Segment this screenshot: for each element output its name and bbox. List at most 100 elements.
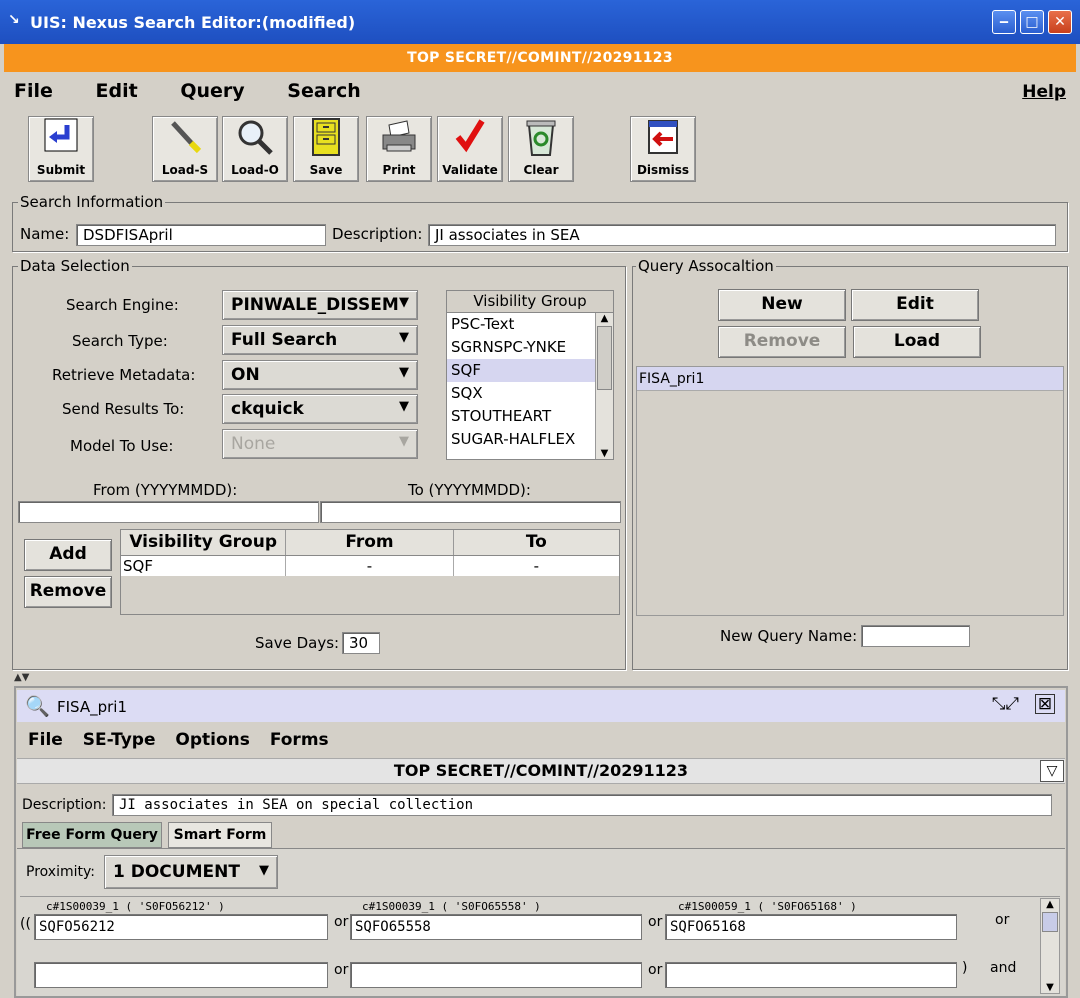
resize-icon[interactable]: ⤡⤢ bbox=[992, 694, 1019, 714]
tab-smart-form[interactable]: Smart Form bbox=[168, 822, 272, 848]
to-date-field[interactable] bbox=[320, 501, 621, 523]
open-paren: (( bbox=[20, 916, 31, 932]
save-button[interactable]: Save bbox=[293, 116, 359, 182]
visibility-group-item[interactable]: SGRNSPC-YNKE bbox=[447, 336, 595, 359]
subwindow-titlebar: 🔍 FISA_pri1 ⤡⤢ ⊠ bbox=[17, 690, 1065, 722]
new-query-name-label: New Query Name: bbox=[720, 627, 858, 645]
proximity-value: 1 DOCUMENT bbox=[113, 862, 240, 882]
description-field[interactable]: JI associates in SEA bbox=[428, 224, 1056, 246]
search-engine-select[interactable]: PINWALE_DISSEM ▼ bbox=[222, 290, 418, 320]
close-paren: ) bbox=[962, 960, 968, 976]
name-field[interactable]: DSDFISApril bbox=[76, 224, 326, 246]
from-date-field[interactable] bbox=[18, 501, 319, 523]
magnifier-icon bbox=[223, 117, 287, 161]
remove-visibility-button[interactable]: Remove bbox=[24, 576, 112, 608]
query-grid-scrollbar[interactable]: ▲ ▼ bbox=[1040, 898, 1060, 994]
submenu-se-type[interactable]: SE-Type bbox=[83, 730, 156, 750]
save-label: Save bbox=[309, 163, 343, 177]
submenu-file[interactable]: File bbox=[28, 730, 63, 750]
dropdown-arrow-icon: ▼ bbox=[399, 330, 409, 345]
subwindow-description-label: Description: bbox=[22, 797, 107, 813]
visibility-list-scrollbar[interactable]: ▲ ▼ bbox=[595, 313, 613, 459]
visibility-group-item[interactable]: SQF bbox=[447, 359, 595, 382]
operator-or: or bbox=[995, 912, 1010, 928]
visibility-group-list[interactable]: Visibility Group PSC-Text SGRNSPC-YNKE SQF… bbox=[446, 290, 614, 460]
visibility-group-item[interactable]: SUGAR-HALFLEX bbox=[447, 428, 595, 451]
scroll-thumb[interactable] bbox=[597, 326, 612, 390]
dropdown-arrow-icon: ▼ bbox=[399, 399, 409, 414]
column-header[interactable]: To bbox=[453, 530, 619, 555]
title-bar: ↘ UIS: Nexus Search Editor:(modified) ‒ … bbox=[0, 0, 1080, 44]
close-button[interactable]: ✕ bbox=[1048, 10, 1072, 34]
print-button[interactable]: Print bbox=[366, 116, 432, 182]
load-o-label: Load-O bbox=[231, 163, 279, 177]
validate-label: Validate bbox=[442, 163, 498, 177]
scroll-down-icon[interactable]: ▼ bbox=[596, 448, 613, 459]
send-results-select[interactable]: ckquick ▼ bbox=[222, 394, 418, 424]
query-association-list[interactable]: FISA_pri1 bbox=[636, 366, 1064, 616]
retrieve-metadata-label: Retrieve Metadata: bbox=[52, 366, 196, 384]
column-header[interactable]: Visibility Group bbox=[121, 530, 287, 555]
menu-file[interactable]: File bbox=[14, 80, 53, 102]
close-icon[interactable]: ⊠ bbox=[1035, 694, 1055, 714]
query-term-field[interactable] bbox=[350, 962, 642, 988]
save-days-label: Save Days: bbox=[255, 634, 340, 652]
query-term-field[interactable] bbox=[665, 962, 957, 988]
visibility-group-item[interactable]: SQX bbox=[447, 382, 595, 405]
send-results-value: ckquick bbox=[231, 399, 304, 419]
scroll-thumb[interactable] bbox=[1042, 912, 1058, 932]
column-header[interactable]: From bbox=[286, 530, 454, 555]
query-term-field[interactable]: SQFO65558 bbox=[350, 914, 642, 940]
splitter-handle[interactable]: ▲▼ bbox=[14, 672, 29, 683]
visibility-group-header: Visibility Group bbox=[447, 291, 613, 313]
submit-icon bbox=[29, 117, 93, 161]
scroll-up-icon[interactable]: ▲ bbox=[596, 313, 613, 324]
proximity-select[interactable]: 1 DOCUMENT ▼ bbox=[104, 855, 278, 889]
app-icon: ↘ bbox=[8, 12, 20, 28]
list-item[interactable]: FISA_pri1 bbox=[637, 367, 1063, 391]
submenu-options[interactable]: Options bbox=[175, 730, 249, 750]
print-label: Print bbox=[382, 163, 416, 177]
table-cell: - bbox=[453, 556, 619, 576]
validate-button[interactable]: Validate bbox=[437, 116, 503, 182]
load-query-button[interactable]: Load bbox=[853, 326, 981, 358]
menu-query[interactable]: Query bbox=[180, 80, 244, 102]
remove-query-button[interactable]: Remove bbox=[718, 326, 846, 358]
minimize-button[interactable]: ‒ bbox=[992, 10, 1016, 34]
edit-query-button[interactable]: Edit bbox=[851, 289, 979, 321]
new-query-name-field[interactable] bbox=[861, 625, 970, 647]
submenu-forms[interactable]: Forms bbox=[270, 730, 329, 750]
menu-help[interactable]: Help bbox=[1022, 82, 1066, 102]
model-select[interactable]: None ▼ bbox=[222, 429, 418, 459]
load-s-button[interactable]: Load-S bbox=[152, 116, 218, 182]
add-visibility-button[interactable]: Add bbox=[24, 539, 112, 571]
table-row[interactable]: SQF - - bbox=[121, 556, 619, 576]
to-label: To (YYYYMMDD): bbox=[408, 481, 531, 499]
triangle-down-icon[interactable]: ▽ bbox=[1040, 760, 1064, 782]
dismiss-button[interactable]: Dismiss bbox=[630, 116, 696, 182]
submit-button[interactable]: Submit bbox=[28, 116, 94, 182]
subwindow-menu-bar: File SE-Type Options Forms bbox=[28, 730, 329, 750]
table-cell: SQF bbox=[121, 556, 287, 576]
search-type-select[interactable]: Full Search ▼ bbox=[222, 325, 418, 355]
new-query-button[interactable]: New bbox=[718, 289, 846, 321]
scroll-down-icon[interactable]: ▼ bbox=[1041, 982, 1059, 993]
query-term-field[interactable]: SQFO56212 bbox=[34, 914, 328, 940]
clear-button[interactable]: Clear bbox=[508, 116, 574, 182]
retrieve-metadata-select[interactable]: ON ▼ bbox=[222, 360, 418, 390]
save-days-field[interactable]: 30 bbox=[342, 632, 380, 654]
printer-icon bbox=[367, 117, 431, 161]
load-o-button[interactable]: Load-O bbox=[222, 116, 288, 182]
maximize-button[interactable]: □ bbox=[1020, 10, 1044, 34]
query-term-field[interactable] bbox=[34, 962, 328, 988]
dropdown-arrow-icon: ▼ bbox=[399, 365, 409, 380]
query-term-field[interactable]: SQFO65168 bbox=[665, 914, 957, 940]
scroll-up-icon[interactable]: ▲ bbox=[1041, 899, 1059, 910]
tab-free-form-query[interactable]: Free Form Query bbox=[22, 822, 162, 848]
subwindow-description-field[interactable]: JI associates in SEA on special collecti… bbox=[112, 794, 1052, 816]
menu-edit[interactable]: Edit bbox=[96, 80, 138, 102]
visibility-group-item[interactable]: PSC-Text bbox=[447, 313, 595, 336]
visibility-group-item[interactable]: STOUTHEART bbox=[447, 405, 595, 428]
magnifier-icon: 🔍 bbox=[25, 694, 50, 718]
menu-search[interactable]: Search bbox=[287, 80, 361, 102]
